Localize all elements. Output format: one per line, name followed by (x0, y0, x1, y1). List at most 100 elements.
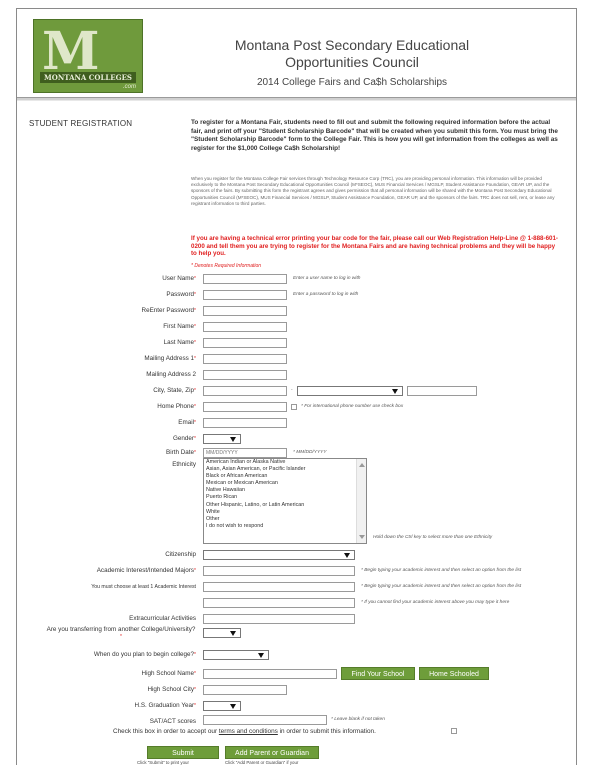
sat-act-label: SAT/ACT scores (149, 718, 196, 725)
last-name-input[interactable] (203, 338, 287, 348)
intro-text: To register for a Montana Fair, students… (191, 119, 558, 152)
graduation-year-select[interactable] (203, 701, 241, 711)
ethnicity-option[interactable]: Other Hispanic, Latino, or Latin America… (204, 502, 366, 509)
add-parent-guardian-button[interactable]: Add Parent or Guardian (225, 746, 319, 759)
ethnicity-option[interactable]: Asian, Asian American, or Pacific Island… (204, 466, 366, 473)
ethnicity-hint: Hold down the Ctrl key to select more th… (373, 535, 493, 540)
submit-button[interactable]: Submit (147, 746, 219, 759)
terms-statement: Check this box in order to accept our te… (113, 728, 376, 735)
chevron-down-icon (230, 437, 236, 442)
academic-interest-input-3[interactable] (203, 598, 355, 608)
home-phone-hint: * For international phone number use che… (301, 404, 404, 409)
high-school-name-input[interactable] (203, 669, 337, 679)
org-title: Montana Post Secondary Educational Oppor… (234, 37, 470, 70)
graduation-year-label: H.S. Graduation Year* (134, 702, 196, 709)
logo-com: .com (122, 84, 136, 90)
scroll-up-icon[interactable] (359, 463, 365, 467)
ethnicity-option[interactable]: I do not wish to respond (204, 523, 366, 530)
username-input[interactable] (203, 274, 287, 284)
academic-interest-requirement: You must choose at least 1 Academic Inte… (91, 584, 196, 590)
home-schooled-button[interactable]: Home Schooled (419, 667, 489, 680)
city-input[interactable] (203, 386, 287, 396)
password-hint: Enter a password to log in with (293, 292, 359, 297)
transfer-select[interactable] (203, 628, 241, 638)
reenter-password-label: ReEnter Password* (141, 307, 196, 314)
citizenship-label: Citizenship (165, 551, 196, 558)
last-name-label: Last Name* (163, 339, 196, 346)
birth-date-label: Birth Date* (166, 449, 196, 456)
ethnicity-option[interactable]: Native Hawaiian (204, 487, 366, 494)
extracurricular-label: Extracurricular Activities (129, 615, 196, 622)
header: M MONTANA COLLEGES .com Montana Post Sec… (17, 9, 576, 101)
logo-band: MONTANA COLLEGES (40, 72, 136, 83)
ethnicity-option[interactable]: Mexican or Mexican American (204, 480, 366, 487)
find-your-school-button[interactable]: Find Your School (341, 667, 415, 680)
chevron-down-icon (258, 653, 264, 658)
birth-date-input[interactable] (203, 448, 287, 458)
chevron-down-icon (230, 631, 236, 636)
mailing-address-2-input[interactable] (203, 370, 287, 380)
citizenship-select[interactable] (203, 550, 355, 560)
high-school-city-input[interactable] (203, 685, 287, 695)
page-subtitle: 2014 College Fairs and Ca$h Scholarships (256, 77, 448, 88)
first-name-label: First Name* (163, 323, 196, 330)
ethnicity-listbox[interactable]: American Indian or Alaska Native Asian, … (203, 458, 367, 544)
ethnicity-option[interactable]: Black or African American (204, 473, 366, 480)
chevron-down-icon (230, 704, 236, 709)
ethnicity-option[interactable]: Other (204, 516, 366, 523)
transfer-label: Are you transferring from another Colleg… (46, 626, 196, 640)
password-label: Password* (166, 291, 196, 298)
academic-interest-hint-3: * If you cannot find your academic inter… (361, 600, 510, 605)
mailing-address-1-input[interactable] (203, 354, 287, 364)
ethnicity-option[interactable]: Puerto Rican (204, 494, 366, 501)
home-phone-label: Home Phone* (157, 403, 196, 410)
section-title: STUDENT REGISTRATION (29, 119, 133, 128)
privacy-text: When you register for the Montana Colleg… (191, 176, 555, 206)
zip-input[interactable] (407, 386, 477, 396)
state-select[interactable] (297, 386, 403, 396)
chevron-down-icon (392, 389, 398, 394)
first-name-input[interactable] (203, 322, 287, 332)
birth-date-hint: * MM/DD/YYYY (293, 450, 327, 455)
required-note: * Denotes Required Information (191, 263, 262, 269)
username-label: User Name* (162, 275, 196, 282)
academic-interest-hint-1: * Begin typing your academic interest an… (361, 568, 522, 573)
sat-act-hint: * Leave blank if not taken (331, 717, 385, 722)
header-divider (17, 97, 576, 101)
email-field[interactable] (203, 418, 287, 428)
accept-terms-checkbox[interactable] (451, 728, 457, 734)
reenter-password-input[interactable] (203, 306, 287, 316)
chevron-down-icon (344, 553, 350, 558)
gender-label: Gender* (173, 435, 196, 442)
page-frame: M MONTANA COLLEGES .com Montana Post Sec… (16, 8, 577, 765)
ethnicity-option[interactable]: White (204, 509, 366, 516)
help-warning: If you are having a technical error prin… (191, 235, 558, 258)
scroll-down-icon[interactable] (359, 535, 365, 539)
sat-act-input[interactable] (203, 715, 327, 725)
international-phone-checkbox[interactable] (291, 404, 297, 410)
username-hint: Enter a user name to log in with (293, 276, 361, 281)
city-state-zip-label: City, State, Zip* (153, 387, 196, 394)
terms-link[interactable]: terms and conditions (219, 728, 278, 735)
academic-interest-input-1[interactable] (203, 566, 355, 576)
home-phone-input[interactable] (203, 402, 287, 412)
terms-text-before: Check this box in order to accept our (113, 728, 219, 735)
begin-college-label: When do you plan to begin college?* (93, 651, 196, 658)
begin-college-select[interactable] (203, 650, 269, 660)
academic-interest-input-2[interactable] (203, 582, 355, 592)
extracurricular-input[interactable] (203, 614, 355, 624)
password-input[interactable] (203, 290, 287, 300)
add-parent-note: Click "Add Parent or Guardian" if your (225, 760, 299, 765)
ethnicity-label: Ethnicity (172, 461, 196, 468)
montana-colleges-logo[interactable]: M MONTANA COLLEGES .com (33, 19, 143, 93)
high-school-city-label: High School City* (147, 686, 196, 693)
ethnicity-option[interactable]: American Indian or Alaska Native (204, 459, 366, 466)
gender-select[interactable] (203, 434, 241, 444)
city-state-dash: - (291, 388, 293, 393)
academic-interest-label: Academic Interest/Intended Majors* (96, 567, 196, 574)
mailing-address-2-label: Mailing Address 2 (146, 371, 196, 378)
high-school-name-label: High School Name* (141, 670, 196, 677)
ethnicity-scrollbar[interactable] (356, 459, 366, 543)
terms-text-after: in order to submit this information. (277, 728, 376, 735)
mailing-address-1-label: Mailing Address 1* (144, 355, 196, 362)
